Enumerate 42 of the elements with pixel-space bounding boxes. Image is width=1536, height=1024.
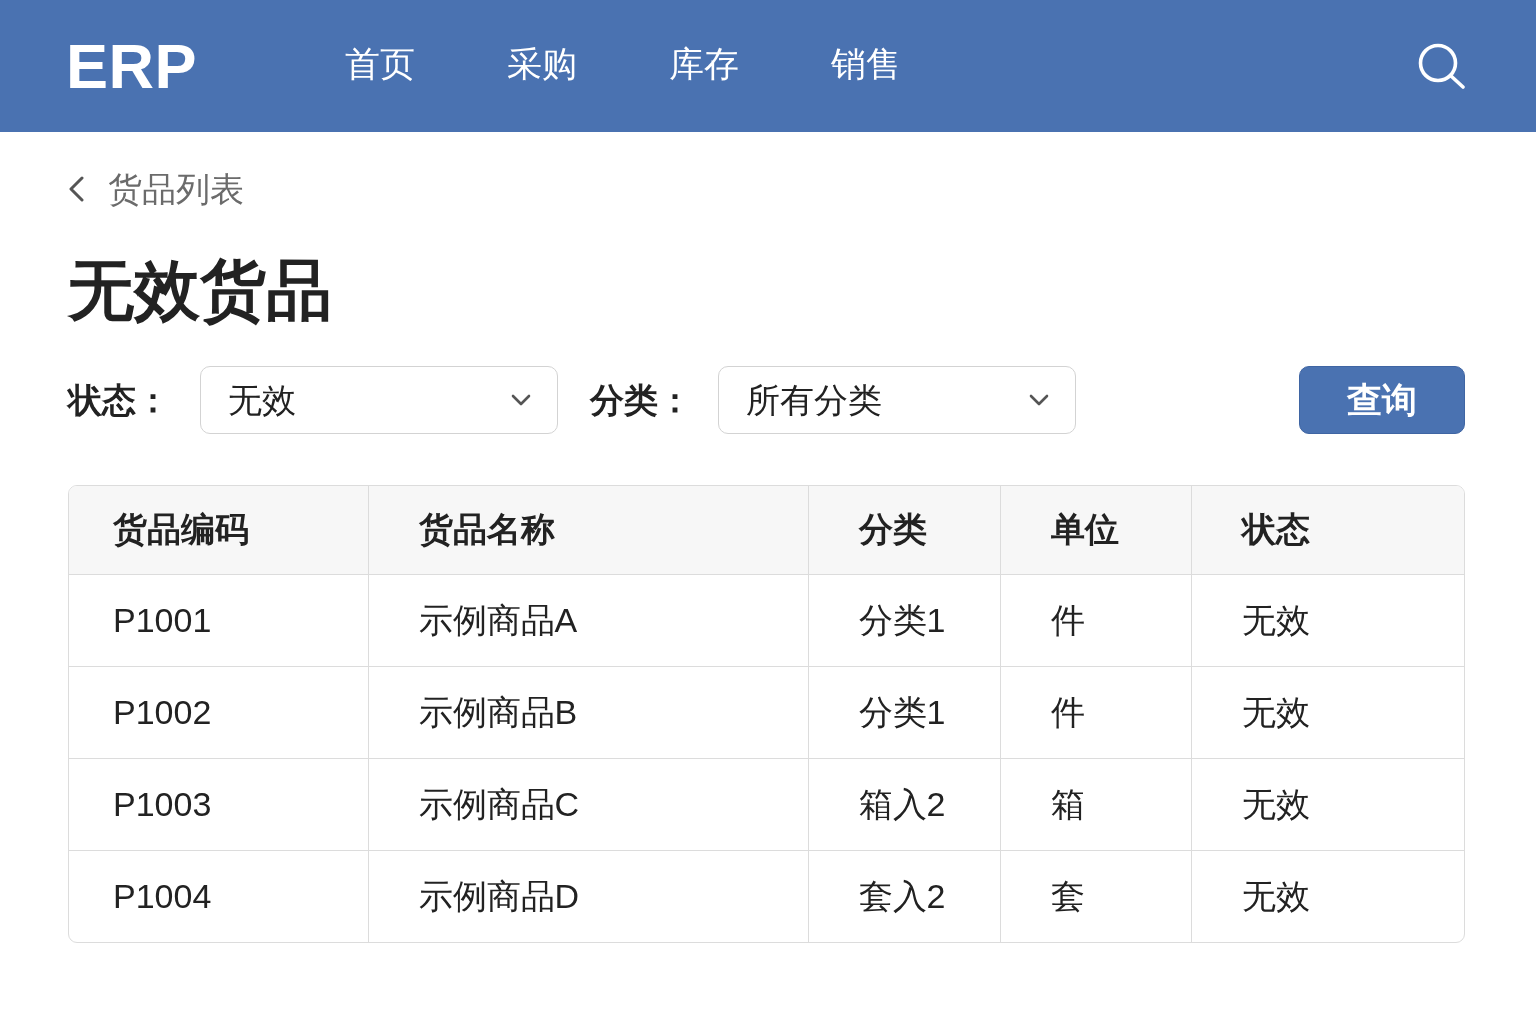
table-cell: 件 — [1000, 666, 1191, 758]
table-cell: 件 — [1000, 574, 1191, 666]
page-title: 无效货品 — [68, 252, 333, 329]
table-cell: P1002 — [69, 666, 368, 758]
nav-link[interactable]: 销售 — [831, 37, 902, 95]
table-cell: P1001 — [69, 574, 368, 666]
nav-link[interactable]: 采购 — [507, 37, 578, 95]
column-header: 货品编码 — [69, 486, 368, 574]
column-header: 货品名称 — [368, 486, 808, 574]
table-cell: P1003 — [69, 758, 368, 850]
table-cell: 示例商品B — [368, 666, 808, 758]
search-button[interactable] — [1418, 43, 1466, 89]
search-icon — [1418, 43, 1466, 89]
column-header: 单位 — [1000, 486, 1191, 574]
table-cell: 无效 — [1191, 666, 1464, 758]
caret-icon — [511, 394, 531, 406]
table-cell: 分类1 — [808, 574, 1000, 666]
chevron-left-icon — [68, 176, 84, 202]
table-cell: 分类1 — [808, 666, 1000, 758]
caret-icon — [1029, 394, 1049, 406]
table-cell: 箱 — [1000, 758, 1191, 850]
table-cell: 无效 — [1191, 850, 1464, 942]
table-cell: P1004 — [69, 850, 368, 942]
back-link[interactable]: 货品列表 — [68, 164, 244, 214]
nav-link[interactable]: 首页 — [345, 37, 416, 95]
brand-logo[interactable]: ERP — [66, 34, 198, 98]
filter-label: 状态： — [68, 379, 170, 421]
table-cell: 套入2 — [808, 850, 1000, 942]
dropdown-field[interactable]: 无效 — [200, 366, 558, 434]
filter-label: 分类： — [590, 379, 692, 421]
table-cell: 无效 — [1191, 758, 1464, 850]
dropdown-field[interactable]: 所有分类 — [718, 366, 1076, 434]
table-cell: 箱入2 — [808, 758, 1000, 850]
table-cell: 示例商品A — [368, 574, 808, 666]
query-button[interactable]: 查询 — [1299, 366, 1465, 434]
table-cell: 套 — [1000, 850, 1191, 942]
table-cell: 示例商品C — [368, 758, 808, 850]
table-cell: 无效 — [1191, 574, 1464, 666]
table-cell: 示例商品D — [368, 850, 808, 942]
column-header: 分类 — [808, 486, 1000, 574]
column-header: 状态 — [1191, 486, 1464, 574]
nav-link[interactable]: 库存 — [669, 37, 740, 95]
